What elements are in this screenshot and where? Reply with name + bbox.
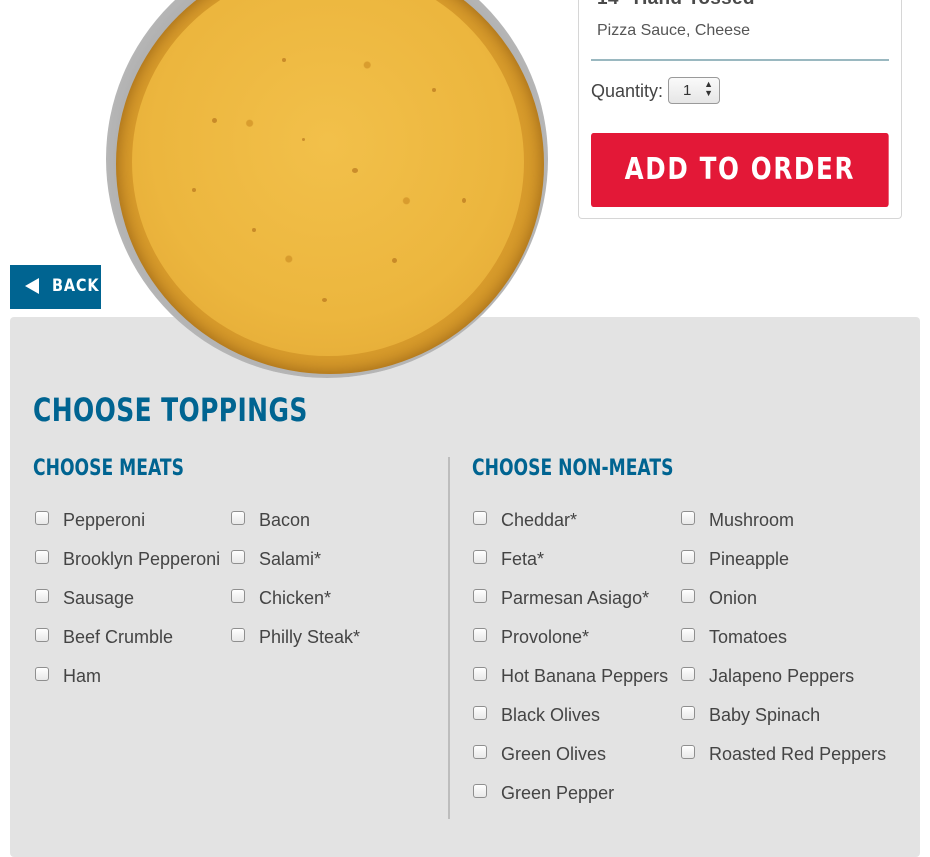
topping-label: Ham: [63, 666, 102, 686]
checkbox[interactable]: [231, 589, 245, 603]
checkbox[interactable]: [473, 706, 487, 720]
topping-label: Cheddar*: [501, 510, 578, 530]
checkbox[interactable]: [231, 511, 245, 525]
checkbox[interactable]: [473, 550, 487, 564]
select-arrows-icon: ▲ ▼: [704, 79, 713, 98]
quantity-value: 1: [683, 82, 692, 99]
back-label: BACK: [52, 276, 100, 296]
topping-label: Onion: [709, 588, 758, 608]
topping-label: Salami*: [259, 549, 322, 569]
toppings-title: CHOOSE TOPPINGS: [33, 391, 308, 429]
add-to-order-button[interactable]: ADD TO ORDER: [591, 133, 889, 207]
checkbox[interactable]: [681, 745, 695, 759]
checkbox[interactable]: [473, 745, 487, 759]
topping-label: Baby Spinach: [709, 705, 821, 725]
quantity-select[interactable]: 1 ▲ ▼: [668, 77, 720, 104]
non-meats-title: CHOOSE NON-MEATS: [472, 456, 674, 481]
checkbox[interactable]: [35, 511, 49, 525]
checkbox[interactable]: [473, 589, 487, 603]
checkbox[interactable]: [681, 550, 695, 564]
product-card: 14" Hand Tossed Pizza Sauce, Cheese Quan…: [578, 0, 902, 219]
topping-label: Mushroom: [709, 510, 795, 530]
checkbox[interactable]: [681, 628, 695, 642]
topping-label: Jalapeno Peppers: [709, 666, 855, 686]
checkbox[interactable]: [681, 667, 695, 681]
topping-label: Green Pepper: [501, 783, 615, 803]
toppings-panel: CHOOSE TOPPINGS CHOOSE MEATS CHOOSE NON-…: [10, 317, 920, 857]
topping-label: Brooklyn Pepperoni: [63, 549, 221, 569]
product-subtitle: Pizza Sauce, Cheese: [597, 22, 750, 39]
checkbox[interactable]: [681, 589, 695, 603]
topping-label: Sausage: [63, 588, 135, 608]
checkbox[interactable]: [681, 511, 695, 525]
back-button[interactable]: BACK: [10, 265, 101, 309]
topping-label: Parmesan Asiago*: [501, 588, 650, 608]
topping-label: Philly Steak*: [259, 627, 361, 647]
product-title: 14" Hand Tossed: [597, 0, 755, 10]
topping-label: Feta*: [501, 549, 545, 569]
topping-label: Bacon: [259, 510, 311, 530]
checkbox[interactable]: [473, 511, 487, 525]
topping-label: Black Olives: [501, 705, 601, 725]
checkbox[interactable]: [473, 784, 487, 798]
topping-label: Beef Crumble: [63, 627, 174, 647]
topping-label: Tomatoes: [709, 627, 788, 647]
topping-label: Pineapple: [709, 549, 790, 569]
checkbox[interactable]: [473, 628, 487, 642]
checkbox[interactable]: [35, 628, 49, 642]
checkbox[interactable]: [35, 550, 49, 564]
checkbox[interactable]: [473, 667, 487, 681]
topping-label: Chicken*: [259, 588, 332, 608]
meats-title: CHOOSE MEATS: [33, 456, 185, 481]
checkbox[interactable]: [35, 667, 49, 681]
card-divider: [591, 59, 889, 61]
back-arrow-icon: [25, 278, 39, 294]
column-divider: [448, 457, 450, 819]
topping-label: Provolone*: [501, 627, 590, 647]
checkbox[interactable]: [231, 550, 245, 564]
checkbox[interactable]: [681, 706, 695, 720]
checkbox[interactable]: [231, 628, 245, 642]
topping-label: Hot Banana Peppers: [501, 666, 669, 686]
topping-label: Pepperoni: [63, 510, 146, 530]
topping-label: Green Olives: [501, 744, 607, 764]
quantity-label: Quantity:: [591, 81, 664, 101]
topping-label: Roasted Red Peppers: [709, 744, 887, 764]
checkbox[interactable]: [35, 589, 49, 603]
